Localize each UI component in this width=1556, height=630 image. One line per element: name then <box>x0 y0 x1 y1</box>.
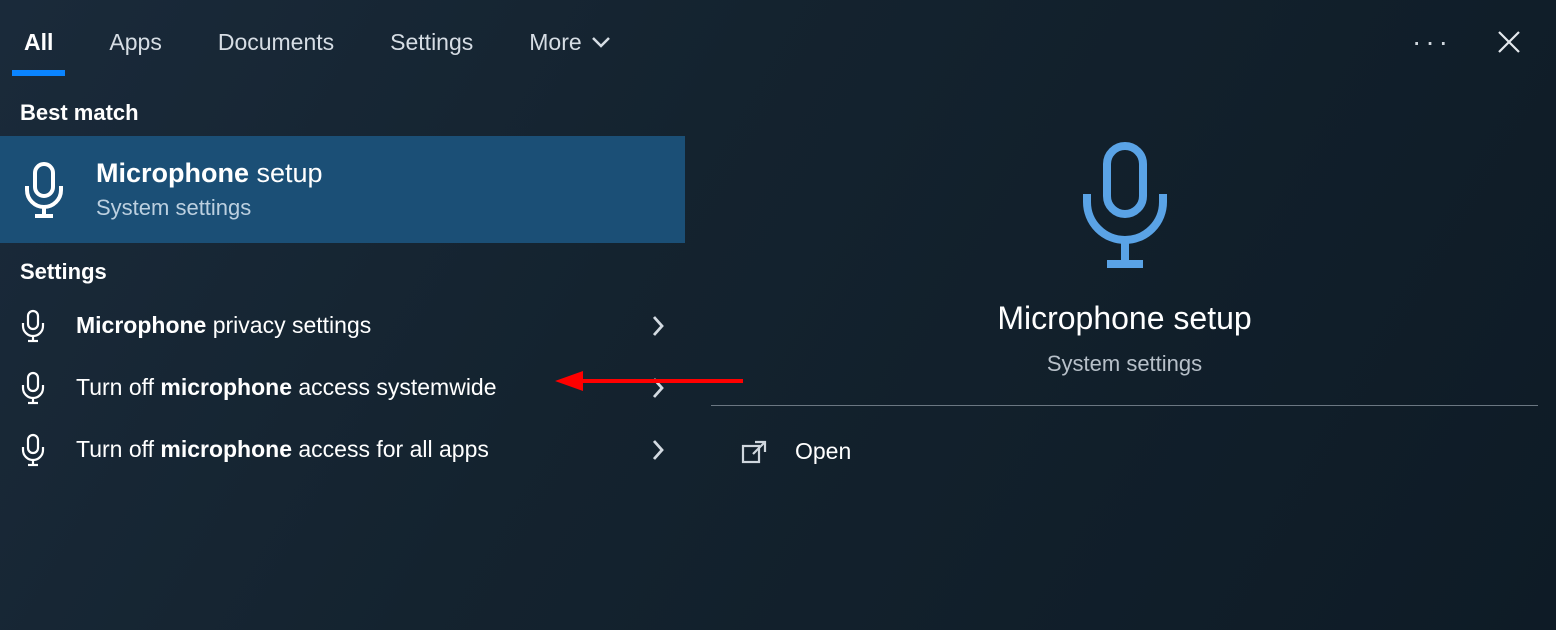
best-match-subtitle: System settings <box>96 195 323 221</box>
settings-item-label: Turn off microphone access for all apps <box>76 434 651 465</box>
settings-item-access-all-apps[interactable]: Turn off microphone access for all apps <box>0 419 685 481</box>
microphone-icon <box>20 309 46 343</box>
tab-settings[interactable]: Settings <box>390 0 473 84</box>
settings-item-label: Microphone privacy settings <box>76 310 651 341</box>
results-panel: Best match Microphone setup System setti… <box>0 84 685 630</box>
more-options-button[interactable]: ··· <box>1412 26 1452 58</box>
microphone-icon <box>1070 138 1180 278</box>
open-icon <box>741 440 767 464</box>
best-match-result[interactable]: Microphone setup System settings <box>0 136 685 243</box>
open-action[interactable]: Open <box>741 430 1556 473</box>
tab-all[interactable]: All <box>24 0 53 84</box>
close-button[interactable] <box>1496 29 1522 55</box>
chevron-right-icon <box>651 377 665 399</box>
chevron-right-icon <box>651 439 665 461</box>
tab-more[interactable]: More <box>529 0 609 84</box>
preview-subtitle: System settings <box>1047 351 1202 377</box>
microphone-icon <box>20 160 68 220</box>
tab-all-label: All <box>24 29 53 56</box>
tab-apps[interactable]: Apps <box>109 0 161 84</box>
chevron-right-icon <box>651 315 665 337</box>
tab-documents[interactable]: Documents <box>218 0 334 84</box>
microphone-icon <box>20 371 46 405</box>
tab-more-label: More <box>529 29 581 56</box>
tab-documents-label: Documents <box>218 29 334 56</box>
microphone-icon <box>20 433 46 467</box>
chevron-down-icon <box>592 36 610 48</box>
preview-panel: Microphone setup System settings Open <box>685 84 1556 630</box>
search-tabs: All Apps Documents Settings More ··· <box>0 0 1556 84</box>
best-match-title: Microphone setup <box>96 158 323 189</box>
tab-apps-label: Apps <box>109 29 161 56</box>
best-match-heading: Best match <box>0 84 685 136</box>
settings-item-privacy[interactable]: Microphone privacy settings <box>0 295 685 357</box>
settings-item-access-systemwide[interactable]: Turn off microphone access systemwide <box>0 357 685 419</box>
open-label: Open <box>795 438 851 465</box>
settings-heading: Settings <box>0 243 685 295</box>
preview-title: Microphone setup <box>997 300 1251 337</box>
tab-settings-label: Settings <box>390 29 473 56</box>
settings-item-label: Turn off microphone access systemwide <box>76 372 651 403</box>
